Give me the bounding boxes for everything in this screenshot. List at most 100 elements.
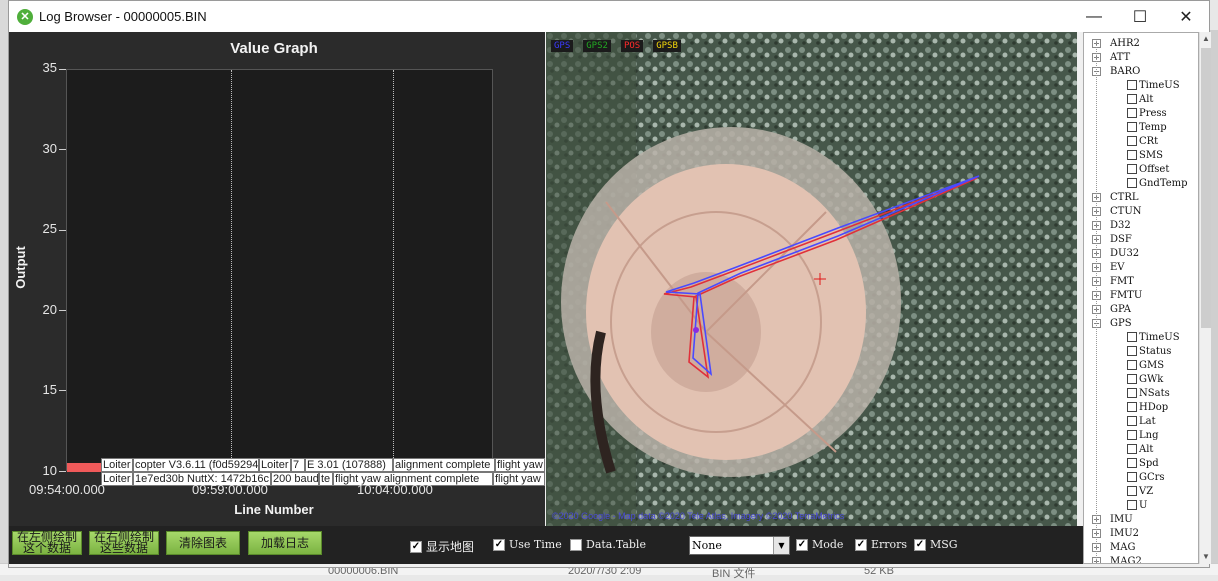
tree-item-label: CRt [1139,135,1159,147]
tree-field-offset[interactable]: Offset [1127,162,1169,176]
tree-group-dsf[interactable]: + DSF [1092,232,1132,246]
tree-item-label: DU32 [1110,247,1140,259]
tree-item-label: ATT [1110,51,1131,63]
tree-field-alt[interactable]: Alt [1127,442,1153,456]
map-imagery[interactable] [546,32,1077,526]
message-label: copter V3.6.11 (f0d59294 [133,458,259,472]
message-tree[interactable]: + AHR2 + ATT − BARO TimeUS Alt Press Temp CRt SMS Of… [1083,32,1199,564]
checkbox-icon[interactable] [1127,500,1137,510]
tree-field-temp[interactable]: Temp [1127,120,1167,134]
tree-field-gms[interactable]: GMS [1127,358,1164,372]
tree-group-mag2[interactable]: + MAG2 [1092,554,1142,563]
tree-item-label: FMT [1110,275,1134,287]
checkbox-icon[interactable]: ✓ [493,538,505,551]
tree-field-spd[interactable]: Spd [1127,456,1159,470]
tree-group-imu2[interactable]: + IMU2 [1092,526,1139,540]
checkbox-icon[interactable] [1127,136,1137,146]
checkbox-icon[interactable] [1127,108,1137,118]
scroll-down-icon[interactable]: ▼ [1200,550,1212,564]
y-tick-mark [59,149,66,150]
tree-group-gps[interactable]: − GPS [1092,316,1132,330]
mode-select[interactable]: None ▼ [689,536,790,555]
checkbox-icon[interactable] [1127,430,1137,440]
tree-group-ahr2[interactable]: + AHR2 [1092,36,1140,50]
tree-group-baro[interactable]: − BARO [1092,64,1140,78]
tree-item-label: AHR2 [1110,37,1140,49]
message-label: Loiter [101,458,133,472]
tree-field-sms[interactable]: SMS [1127,148,1163,162]
tree-field-status[interactable]: Status [1127,344,1171,358]
tree-group-imu[interactable]: + IMU [1092,512,1133,526]
use-time-checkbox[interactable]: ✓ Use Time [493,538,562,551]
checkbox-icon[interactable] [570,538,582,551]
chevron-down-icon[interactable]: ▼ [773,537,789,554]
checkbox-icon[interactable] [1127,346,1137,356]
tree-field-gcrs[interactable]: GCrs [1127,470,1165,484]
checkbox-icon[interactable] [1127,374,1137,384]
scroll-thumb[interactable] [1201,48,1211,328]
value-graph[interactable]: Value Graph Output 35 30 25 20 15 10 Loi… [9,32,545,526]
checkbox-icon[interactable]: ✓ [796,538,808,551]
title-bar[interactable]: ✕ Log Browser - 00000005.BIN — ☐ ✕ [9,1,1209,32]
graph-left-button[interactable]: 在左侧绘制 这个数据 [12,531,82,555]
tree-group-fmtu[interactable]: + FMTU [1092,288,1142,302]
minimize-button[interactable]: — [1071,1,1117,32]
tree-group-ctrl[interactable]: + CTRL [1092,190,1139,204]
tree-group-ctun[interactable]: + CTUN [1092,204,1142,218]
tree-group-gpa[interactable]: + GPA [1092,302,1131,316]
tree-group-fmt[interactable]: + FMT [1092,274,1134,288]
tree-field-vz[interactable]: VZ [1127,484,1153,498]
checkbox-icon[interactable]: ✓ [914,538,926,551]
checkbox-icon[interactable] [1127,178,1137,188]
graph-right-button[interactable]: 在右侧绘制 这些数据 [89,531,159,555]
checkbox-icon[interactable] [1127,416,1137,426]
message-label: te [319,472,333,486]
tree-field-hdop[interactable]: HDop [1127,400,1168,414]
maximize-button[interactable]: ☐ [1117,1,1163,32]
tree-field-press[interactable]: Press [1127,106,1167,120]
tree-item-label: U [1139,499,1148,511]
tree-field-gwk[interactable]: GWk [1127,372,1163,386]
tree-field-lat[interactable]: Lat [1127,414,1156,428]
tree-field-gndtemp[interactable]: GndTemp [1127,176,1188,190]
checkbox-icon[interactable] [1127,150,1137,160]
checkbox-icon[interactable] [1127,458,1137,468]
checkbox-icon[interactable] [1127,80,1137,90]
mode-checkbox[interactable]: ✓ Mode [796,538,843,551]
checkbox-icon[interactable] [1127,360,1137,370]
tree-group-d32[interactable]: + D32 [1092,218,1131,232]
checkbox-icon[interactable] [1127,164,1137,174]
msg-checkbox[interactable]: ✓ MSG [914,538,958,551]
errors-checkbox[interactable]: ✓ Errors [855,538,907,551]
checkbox-icon[interactable] [1127,94,1137,104]
scroll-up-icon[interactable]: ▲ [1200,32,1212,46]
load-log-button[interactable]: 加载日志 [248,531,322,555]
tree-group-att[interactable]: + ATT [1092,50,1130,64]
checkbox-icon[interactable] [1127,486,1137,496]
tree-group-du32[interactable]: + DU32 [1092,246,1139,260]
tree-field-timeus[interactable]: TimeUS [1127,330,1180,344]
checkbox-icon[interactable] [1127,122,1137,132]
tree-field-crt[interactable]: CRt [1127,134,1158,148]
clear-graph-button[interactable]: 清除图表 [166,531,240,555]
show-map-checkbox[interactable]: ✓ 显示地图 [410,538,474,555]
checkbox-icon[interactable] [1127,472,1137,482]
tree-scrollbar[interactable]: ▲ ▼ [1199,32,1211,564]
y-tick: 15 [42,382,57,397]
satellite-map[interactable]: GPS GPS2 POS GPSB ©2020 Google - Map dat… [546,32,1077,526]
checkbox-icon[interactable] [1127,444,1137,454]
checkbox-icon[interactable] [1127,402,1137,412]
tree-field-timeus[interactable]: TimeUS [1127,78,1180,92]
tree-field-nsats[interactable]: NSats [1127,386,1170,400]
tree-group-mag[interactable]: + MAG [1092,540,1135,554]
close-button[interactable]: ✕ [1163,1,1209,32]
tree-field-u[interactable]: U [1127,498,1147,512]
checkbox-icon[interactable] [1127,332,1137,342]
checkbox-icon[interactable]: ✓ [410,540,422,553]
checkbox-icon[interactable] [1127,388,1137,398]
data-table-checkbox[interactable]: Data.Table [570,538,646,551]
tree-field-lng[interactable]: Lng [1127,428,1158,442]
checkbox-icon[interactable]: ✓ [855,538,867,551]
tree-field-alt[interactable]: Alt [1127,92,1153,106]
graph-plot-area[interactable] [66,69,493,471]
